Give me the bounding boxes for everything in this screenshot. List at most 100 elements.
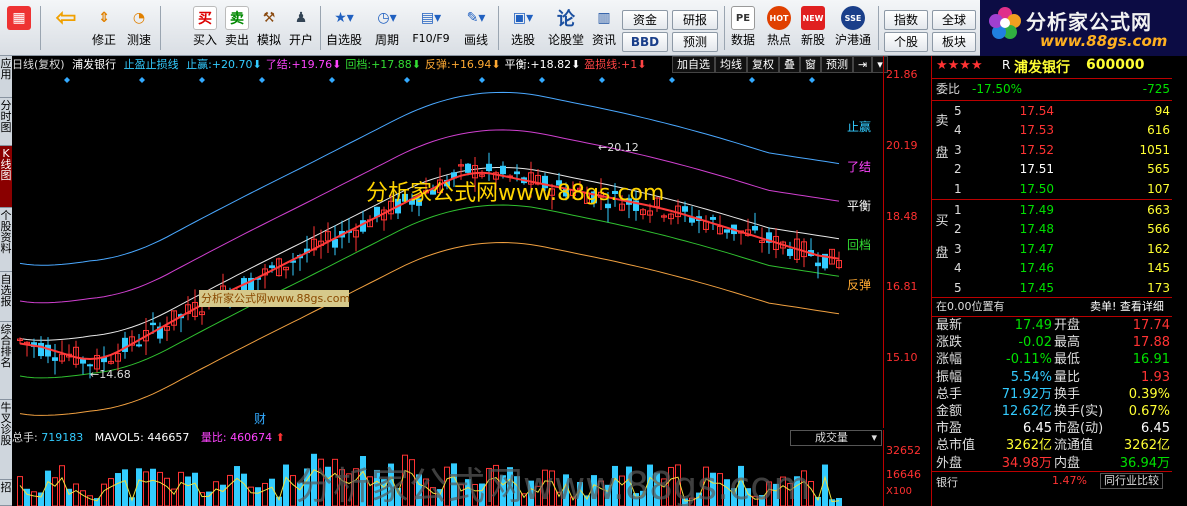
mavol-value: 446657 bbox=[147, 431, 190, 444]
level-price: 17.45 bbox=[1019, 280, 1054, 295]
f10-button[interactable]: ▤▾ F10/F9 bbox=[408, 4, 454, 52]
buy-level-row[interactable]: 3 17.47 162 bbox=[932, 240, 1172, 258]
industry-compare-button[interactable]: 同行业比较 bbox=[1100, 473, 1163, 489]
level-volume: 145 bbox=[1147, 261, 1170, 276]
volume-bar bbox=[66, 488, 72, 506]
hk-connect-button[interactable]: SSE 沪港通 bbox=[832, 4, 874, 52]
candle-body bbox=[787, 248, 793, 256]
data-button[interactable]: PE 数据 bbox=[728, 4, 758, 52]
sell-level-row[interactable]: 4 17.53 616 bbox=[932, 121, 1172, 139]
back-button[interactable]: ⇦ bbox=[48, 3, 84, 52]
stat-label: 市盈 bbox=[936, 421, 963, 437]
indicator-item: 止赢:+20.70⬇ bbox=[186, 58, 262, 71]
global-button[interactable]: 全球 bbox=[932, 10, 976, 30]
indicator-item: 反弹:+16.94⬇ bbox=[425, 58, 501, 71]
buy-button[interactable]: 买 买入 bbox=[190, 4, 220, 52]
fund-button[interactable]: 资金 bbox=[622, 10, 668, 30]
weicha-value: -725 bbox=[1142, 82, 1170, 96]
tab-apps[interactable]: 应用 bbox=[0, 56, 12, 98]
rating-stars: ★★★★ bbox=[936, 58, 983, 73]
stock-select-button[interactable]: ▣▾ 选股 bbox=[504, 4, 542, 52]
volume-bar bbox=[234, 466, 240, 506]
view-detail-link[interactable]: 卖单! 查看详细 bbox=[1090, 298, 1164, 316]
forecast-tool-button[interactable]: 预测 bbox=[821, 56, 853, 73]
tab-watchlist[interactable]: 自选报 bbox=[0, 272, 12, 322]
volume-bar bbox=[31, 491, 37, 506]
pe-icon: PE bbox=[731, 6, 755, 30]
tab-intraday[interactable]: 分时图 bbox=[0, 98, 12, 146]
stat-label: 总市值 bbox=[936, 438, 976, 454]
tab-diagnosis[interactable]: 牛叉诊股 bbox=[0, 400, 12, 480]
buy-level-row[interactable]: 4 17.46 145 bbox=[932, 259, 1172, 277]
volume-bar bbox=[115, 473, 121, 506]
research-button[interactable]: 研报 bbox=[672, 10, 718, 30]
volume-bar bbox=[45, 470, 51, 506]
add-watchlist-button[interactable]: 加自选 bbox=[672, 56, 715, 73]
draw-line-button[interactable]: ✎▾ 画线 bbox=[458, 4, 494, 52]
kline-chart[interactable]: 止赢了结平衡回档反弹 ←20.12 ←14.68 财 bbox=[12, 73, 883, 428]
weibi-value: -17.50% bbox=[972, 82, 1023, 96]
sell-level-row[interactable]: 5 17.54 94 bbox=[932, 102, 1172, 120]
period-button[interactable]: ◷▾ 周期 bbox=[368, 4, 406, 52]
pen-icon: ✎▾ bbox=[466, 10, 486, 26]
volume-bar bbox=[164, 477, 170, 506]
buy-level-row[interactable]: 2 17.48 566 bbox=[932, 220, 1172, 238]
simulate-button[interactable]: ⚒ 模拟 bbox=[254, 4, 284, 52]
news-button[interactable]: ▥ 资讯 bbox=[588, 4, 620, 52]
sell-level-row[interactable]: 3 17.52 1051 bbox=[932, 141, 1172, 159]
watchlist-button[interactable]: ★▾ 自选股 bbox=[324, 4, 364, 52]
refresh-button[interactable]: ⇕ 修正 bbox=[88, 4, 120, 52]
tab-kline[interactable]: K线图 bbox=[0, 146, 12, 208]
stock-button[interactable]: 个股 bbox=[884, 32, 928, 52]
speed-test-button[interactable]: ◔ 测速 bbox=[122, 4, 156, 52]
stat-value: 3262亿 bbox=[1005, 438, 1052, 454]
chevron-down-icon: ▾ bbox=[871, 431, 877, 444]
sell-level-row[interactable]: 1 17.50 107 bbox=[932, 180, 1172, 198]
level-number: 5 bbox=[954, 280, 962, 295]
volume-indicator-select[interactable]: 成交量 ▾ bbox=[790, 430, 882, 446]
period-label[interactable]: 日线(复权) bbox=[12, 58, 65, 71]
volume-bar bbox=[136, 468, 142, 506]
industry-change: 1.47% bbox=[1052, 474, 1087, 487]
bbd-button[interactable]: BBD bbox=[622, 32, 668, 52]
candle-body bbox=[752, 225, 758, 231]
indicator-name[interactable]: 止盈止损线 bbox=[124, 58, 179, 71]
sell-level-row[interactable]: 2 17.51 565 bbox=[932, 160, 1172, 178]
volume-bar bbox=[122, 469, 128, 506]
new-stock-button[interactable]: NEW 新股 bbox=[798, 4, 828, 52]
volume-bar bbox=[108, 478, 114, 506]
open-account-button[interactable]: ♟ 开户 bbox=[286, 4, 316, 52]
stat-label: 换手(实) bbox=[1054, 404, 1104, 419]
volume-bar bbox=[822, 464, 828, 506]
adjust-button[interactable]: 复权 bbox=[747, 56, 779, 73]
stat-label: 最低 bbox=[1054, 352, 1081, 368]
sector-button[interactable]: 板块 bbox=[932, 32, 976, 52]
indicator-item: 回档:+17.88⬇ bbox=[345, 58, 422, 71]
gauge-icon: ◔ bbox=[132, 10, 146, 26]
brand-url: www.88gs.com bbox=[1040, 32, 1168, 50]
quote-stock-code: 600000 bbox=[1086, 57, 1145, 73]
stat-value: 0.39% bbox=[1128, 386, 1170, 402]
forecast-button[interactable]: 预测 bbox=[672, 32, 718, 52]
level-number: 2 bbox=[954, 162, 962, 177]
ma-button[interactable]: 均线 bbox=[715, 56, 747, 73]
volume-bar bbox=[94, 498, 100, 506]
hot-button[interactable]: HOT 热点 bbox=[764, 4, 794, 52]
quote-stat-row: 市盈 6.45 市盈(动) 6.45 bbox=[932, 420, 1172, 438]
tab-stock-info[interactable]: 个股资料 bbox=[0, 208, 12, 272]
signal-diamond-icon bbox=[199, 77, 205, 83]
tab-extra[interactable]: 招 bbox=[0, 480, 12, 506]
grid-menu-button[interactable]: ▦ bbox=[4, 4, 34, 52]
tab-ranking[interactable]: 综合排名 bbox=[0, 322, 12, 400]
buy-level-row[interactable]: 1 17.49 663 bbox=[932, 201, 1172, 219]
level-number: 5 bbox=[954, 104, 962, 118]
overlay-button[interactable]: 叠 bbox=[779, 56, 800, 73]
stat-label: 量比 bbox=[1054, 369, 1081, 385]
buy-level-row[interactable]: 5 17.45 173 bbox=[932, 279, 1172, 297]
index-button[interactable]: 指数 bbox=[884, 10, 928, 30]
forum-button[interactable]: 论 论股堂 bbox=[546, 4, 586, 52]
candle-body bbox=[87, 364, 93, 367]
pin-icon[interactable]: ⇥ bbox=[853, 56, 873, 73]
sell-button[interactable]: 卖 卖出 bbox=[222, 4, 252, 52]
window-button[interactable]: 窗 bbox=[800, 56, 821, 73]
